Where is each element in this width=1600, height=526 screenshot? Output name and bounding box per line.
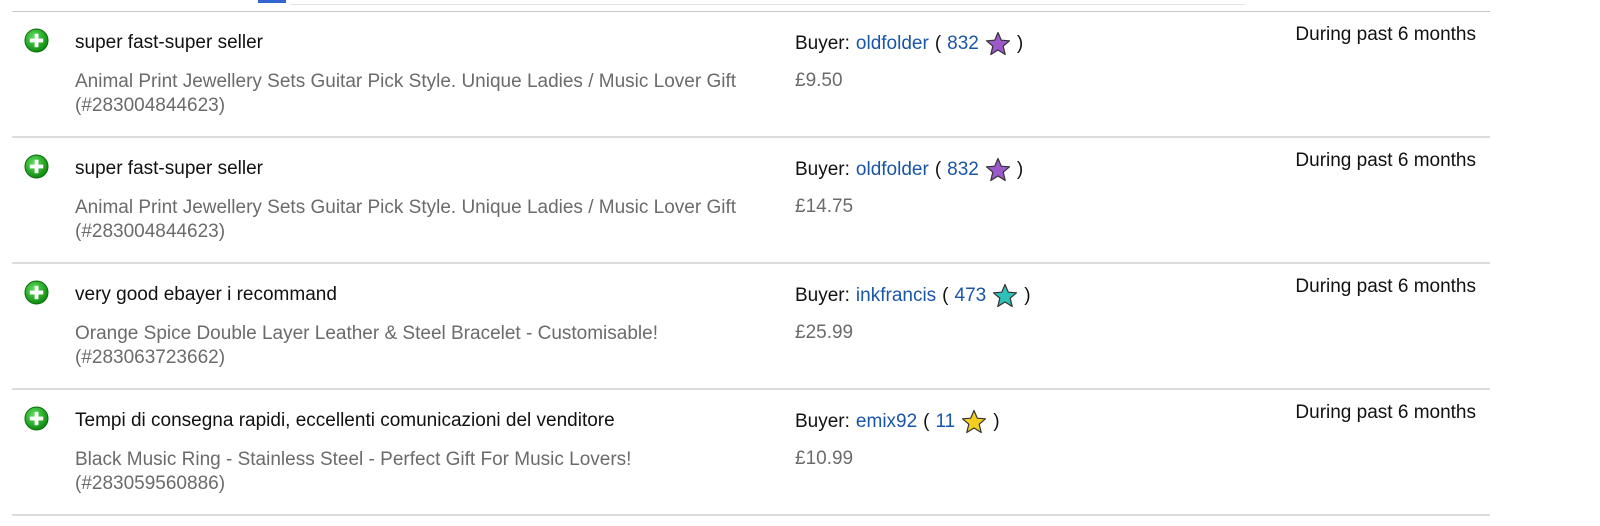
feedback-comment: very good ebayer i recommand [75, 284, 337, 305]
positive-rating-plus-icon [24, 280, 49, 305]
buyer-score-open-paren: ( [923, 411, 930, 432]
buyer-score-open-paren: ( [934, 159, 942, 180]
buyer-score-close-paren: ) [993, 411, 1000, 432]
buyer-name-link[interactable]: oldfolder [856, 33, 929, 55]
buyer-star-icon[interactable] [992, 283, 1018, 309]
positive-rating-plus-icon [24, 154, 49, 179]
feedback-row: very good ebayer i recommand Orange Spic… [12, 264, 1490, 390]
buyer-score-close-paren: ) [1016, 159, 1024, 180]
buyer-score-link[interactable]: 832 [947, 33, 979, 55]
feedback-period: During past 6 months [1295, 276, 1476, 297]
feedback-row: Tempi di consegna rapidi, eccellenti com… [12, 390, 1490, 516]
buyer-score-link[interactable]: 832 [947, 159, 979, 181]
buyer-score-link[interactable]: 11 [936, 411, 956, 433]
buyer-label: Buyer: [795, 159, 850, 180]
item-title: Animal Print Jewellery Sets Guitar Pick … [75, 197, 737, 242]
buyer-score-open-paren: ( [934, 33, 942, 54]
active-tab-indicator [258, 0, 286, 3]
buyer-name-link[interactable]: inkfrancis [856, 285, 936, 307]
feedback-row: super fast-super seller Animal Print Jew… [12, 138, 1490, 264]
buyer-label: Buyer: [795, 33, 850, 54]
buyer-label: Buyer: [795, 411, 850, 432]
buyer-label: Buyer: [795, 285, 850, 306]
buyer-star-icon[interactable] [985, 157, 1011, 183]
buyer-info: Buyer: emix92 ( 11 ) [795, 409, 1000, 435]
feedback-comment: Tempi di consegna rapidi, eccellenti com… [75, 410, 615, 431]
feedback-comment: super fast-super seller [75, 158, 263, 179]
feedback-page: super fast-super seller Animal Print Jew… [0, 0, 1600, 526]
feedback-period: During past 6 months [1295, 402, 1476, 423]
feedback-comment: super fast-super seller [75, 32, 263, 53]
item-price: £10.99 [795, 448, 854, 469]
positive-rating-plus-icon [24, 28, 49, 53]
buyer-star-icon[interactable] [985, 31, 1011, 57]
item-title: Black Music Ring - Stainless Steel - Per… [75, 449, 632, 494]
item-price: £9.50 [795, 70, 843, 91]
buyer-info: Buyer: oldfolder ( 832 ) [795, 31, 1023, 57]
top-field-edge [290, 0, 1245, 5]
top-toolbar [0, 0, 1490, 12]
item-price: £14.75 [795, 196, 854, 217]
item-title: Orange Spice Double Layer Leather & Stee… [75, 323, 658, 368]
feedback-period: During past 6 months [1295, 24, 1476, 45]
buyer-info: Buyer: oldfolder ( 832 ) [795, 157, 1023, 183]
buyer-name-link[interactable]: oldfolder [856, 159, 929, 181]
buyer-score-close-paren: ) [1024, 285, 1031, 306]
feedback-period: During past 6 months [1295, 150, 1476, 171]
buyer-score-open-paren: ( [942, 285, 949, 306]
positive-rating-plus-icon [24, 406, 49, 431]
buyer-score-close-paren: ) [1016, 33, 1024, 54]
buyer-star-icon[interactable] [961, 409, 987, 435]
buyer-score-link[interactable]: 473 [955, 285, 987, 307]
feedback-row: super fast-super seller Animal Print Jew… [12, 12, 1490, 138]
feedback-list: super fast-super seller Animal Print Jew… [12, 12, 1490, 516]
item-price: £25.99 [795, 322, 854, 343]
buyer-info: Buyer: inkfrancis ( 473 ) [795, 283, 1031, 309]
item-title: Animal Print Jewellery Sets Guitar Pick … [75, 71, 737, 116]
buyer-name-link[interactable]: emix92 [856, 411, 917, 433]
